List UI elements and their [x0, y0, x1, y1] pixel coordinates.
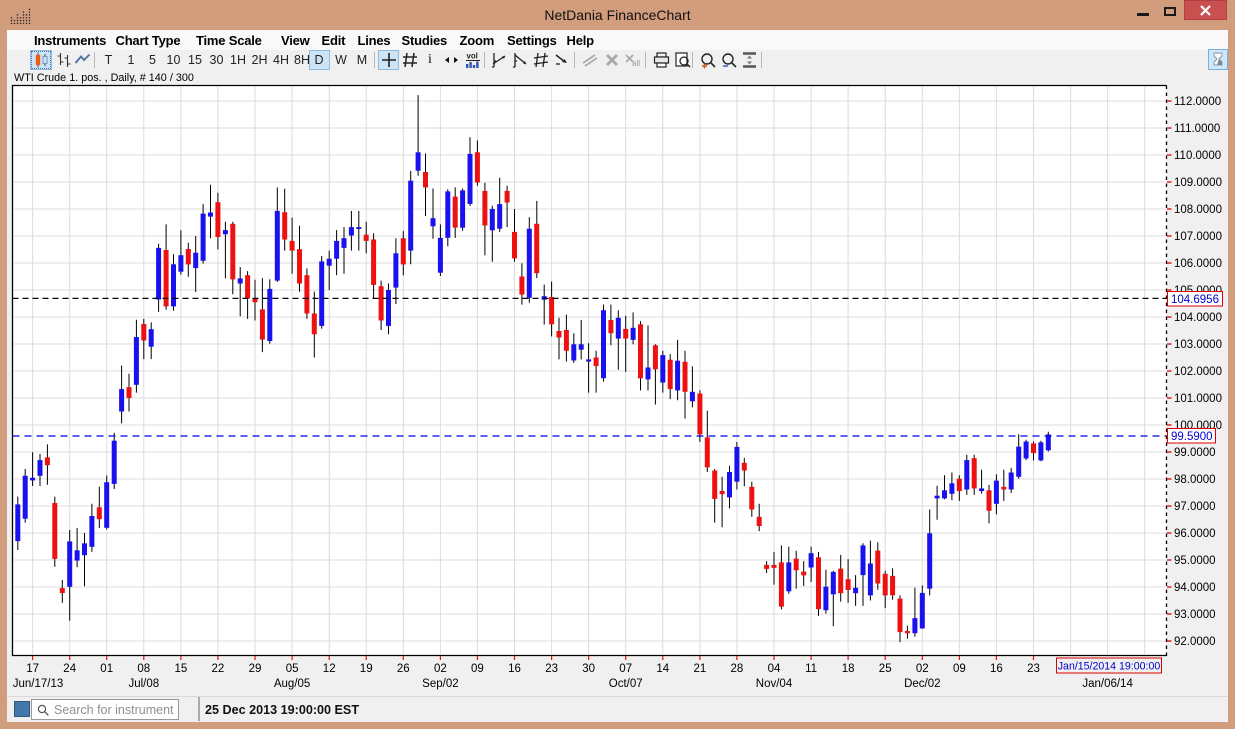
svg-text:Aug/05: Aug/05 [274, 678, 310, 690]
svg-text:110.0000: 110.0000 [1174, 150, 1221, 162]
svg-text:94.0000: 94.0000 [1174, 582, 1216, 594]
svg-text:Jan/15/2014 19:00:00: Jan/15/2014 19:00:00 [1058, 661, 1161, 673]
svg-text:101.0000: 101.0000 [1174, 393, 1222, 405]
svg-text:98.0000: 98.0000 [1174, 474, 1216, 486]
svg-text:97.0000: 97.0000 [1174, 501, 1216, 513]
svg-text:23: 23 [545, 663, 558, 675]
svg-text:93.0000: 93.0000 [1174, 609, 1216, 621]
svg-text:102.0000: 102.0000 [1174, 366, 1222, 378]
svg-text:26: 26 [397, 663, 410, 675]
svg-text:04: 04 [768, 663, 781, 675]
svg-text:24: 24 [63, 663, 76, 675]
svg-text:29: 29 [249, 663, 262, 675]
svg-text:08: 08 [137, 663, 150, 675]
svg-text:11: 11 [805, 663, 817, 675]
svg-text:14: 14 [656, 663, 669, 675]
svg-text:111.0000: 111.0000 [1174, 123, 1220, 135]
svg-text:15: 15 [175, 663, 188, 675]
svg-text:09: 09 [471, 663, 484, 675]
svg-text:99.5900: 99.5900 [1171, 431, 1213, 443]
svg-text:104.0000: 104.0000 [1174, 312, 1222, 324]
svg-text:30: 30 [582, 663, 595, 675]
svg-text:106.0000: 106.0000 [1174, 258, 1222, 270]
svg-text:09: 09 [953, 663, 966, 675]
svg-text:103.0000: 103.0000 [1174, 339, 1222, 351]
svg-text:104.6956: 104.6956 [1171, 294, 1219, 306]
svg-text:19: 19 [360, 663, 373, 675]
svg-text:02: 02 [916, 663, 929, 675]
svg-text:22: 22 [212, 663, 225, 675]
svg-text:99.0000: 99.0000 [1174, 447, 1216, 459]
svg-text:12: 12 [323, 663, 336, 675]
svg-text:Sep/02: Sep/02 [422, 678, 458, 690]
svg-text:Dec/02: Dec/02 [904, 678, 940, 690]
svg-text:96.0000: 96.0000 [1174, 528, 1216, 540]
svg-text:28: 28 [731, 663, 744, 675]
svg-text:Jun/17/13: Jun/17/13 [13, 678, 64, 690]
svg-text:16: 16 [508, 663, 521, 675]
svg-text:92.0000: 92.0000 [1174, 636, 1216, 648]
svg-text:17: 17 [26, 663, 39, 675]
svg-text:108.0000: 108.0000 [1174, 204, 1222, 216]
svg-text:21: 21 [694, 663, 707, 675]
svg-text:Jul/08: Jul/08 [128, 678, 159, 690]
svg-text:Jan/06/14: Jan/06/14 [1082, 678, 1133, 690]
svg-text:18: 18 [842, 663, 855, 675]
svg-text:05: 05 [286, 663, 299, 675]
svg-text:02: 02 [434, 663, 447, 675]
svg-text:23: 23 [1027, 663, 1040, 675]
svg-text:01: 01 [100, 663, 113, 675]
svg-text:107.0000: 107.0000 [1174, 231, 1222, 243]
svg-text:16: 16 [990, 663, 1003, 675]
svg-text:Oct/07: Oct/07 [609, 678, 643, 690]
svg-text:Nov/04: Nov/04 [756, 678, 793, 690]
svg-text:07: 07 [619, 663, 632, 675]
svg-text:112.0000: 112.0000 [1174, 96, 1221, 108]
svg-text:95.0000: 95.0000 [1174, 555, 1216, 567]
svg-text:25: 25 [879, 663, 892, 675]
svg-text:109.0000: 109.0000 [1174, 177, 1222, 189]
